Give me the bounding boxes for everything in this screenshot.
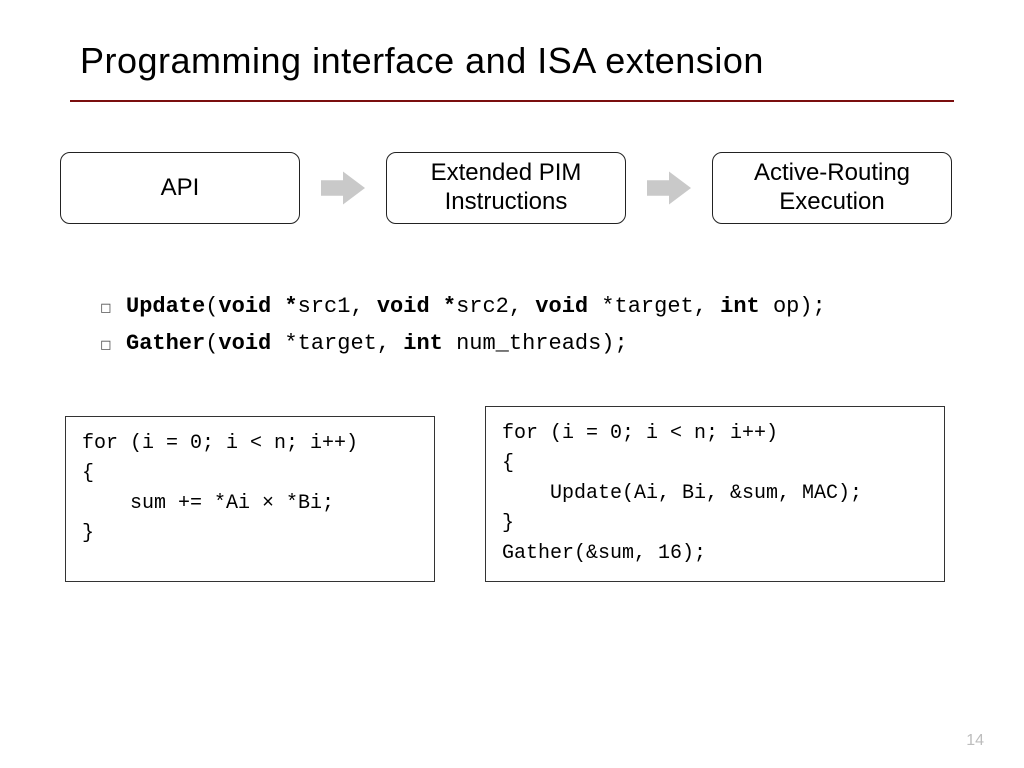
bullet-icon: ◻ [100, 299, 126, 316]
arrow-icon [318, 168, 368, 208]
code-after: for (i = 0; i < n; i++) { Update(Ai, Bi,… [485, 406, 945, 582]
code-before: for (i = 0; i < n; i++) { sum += *Ai × *… [65, 416, 435, 582]
flow-box-api: API [60, 152, 300, 224]
api-signature: Update(void *src1, void *src2, void *tar… [126, 294, 826, 319]
bullet-icon: ◻ [100, 336, 126, 353]
flow-box-instructions: Extended PIMInstructions [386, 152, 626, 224]
flow-row: API Extended PIMInstructions Active-Rout… [60, 152, 954, 224]
arrow-icon [644, 168, 694, 208]
api-signature: Gather(void *target, int num_threads); [126, 331, 628, 356]
slide-title: Programming interface and ISA extension [80, 40, 954, 82]
page-number: 14 [966, 732, 984, 750]
code-comparison: for (i = 0; i < n; i++) { sum += *Ai × *… [65, 416, 954, 582]
api-list: ◻ Update(void *src1, void *src2, void *t… [100, 294, 954, 356]
flow-box-execution: Active-RoutingExecution [712, 152, 952, 224]
title-underline [70, 100, 954, 102]
api-item-gather: ◻ Gather(void *target, int num_threads); [100, 331, 954, 356]
api-item-update: ◻ Update(void *src1, void *src2, void *t… [100, 294, 954, 319]
